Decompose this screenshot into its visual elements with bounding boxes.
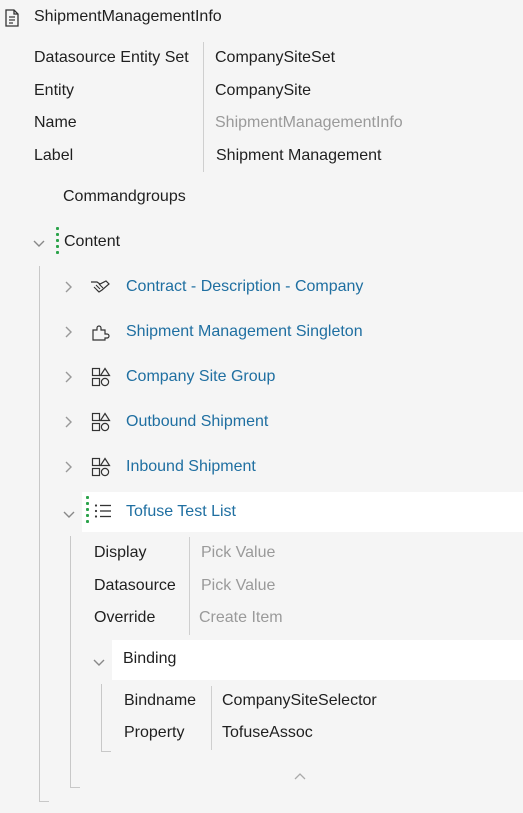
chevron-right-icon[interactable] [64, 280, 74, 299]
content-item[interactable]: Inbound Shipment [126, 458, 256, 476]
chevron-up-icon[interactable] [293, 769, 307, 787]
property-label: Datasource Entity Set [34, 49, 189, 66]
binding-property-value[interactable]: CompanySiteSelector [222, 692, 377, 710]
root-title[interactable]: ShipmentManagementInfo [34, 8, 222, 26]
property-label: Label [34, 147, 74, 164]
list-tree-line [70, 536, 71, 788]
commandgroups-node[interactable]: Commandgroups [63, 188, 186, 206]
puzzle-icon [91, 322, 111, 347]
content-item[interactable]: Outbound Shipment [126, 413, 268, 431]
property-value[interactable]: ShipmentManagementInfo [215, 114, 403, 132]
drag-handle-icon[interactable] [56, 227, 59, 257]
list-property-value[interactable]: Pick Value [201, 577, 275, 595]
binding-property-value[interactable]: TofuseAssoc [222, 724, 313, 742]
list-property-value[interactable]: Pick Value [201, 544, 275, 562]
binding-tree-line-foot [101, 751, 111, 752]
chevron-right-icon[interactable] [64, 370, 74, 389]
property-value[interactable]: Shipment Management [216, 147, 381, 165]
property-label: Name [34, 114, 77, 131]
list-node[interactable]: Tofuse Test List [126, 503, 236, 521]
chevron-down-icon[interactable] [92, 655, 106, 673]
content-item[interactable]: Company Site Group [126, 368, 275, 386]
list-icon [94, 503, 112, 524]
list-property-label: Display [94, 544, 147, 561]
chevron-down-icon[interactable] [32, 236, 46, 254]
chevron-right-icon[interactable] [64, 325, 74, 344]
list-property-divider [189, 537, 190, 635]
binding-property-divider [211, 686, 212, 750]
list-property-value[interactable]: Create Item [199, 609, 283, 627]
chevron-down-icon[interactable] [62, 507, 76, 525]
shapes-icon [91, 367, 111, 392]
drag-handle-icon[interactable] [86, 496, 89, 526]
handshake-icon [89, 278, 111, 301]
list-tree-line-foot [70, 787, 80, 788]
property-value[interactable]: CompanySiteSet [215, 49, 335, 67]
list-property-label: Override [94, 609, 156, 626]
property-divider [203, 42, 204, 172]
binding-property-label: Property [124, 724, 185, 741]
content-item[interactable]: Shipment Management Singleton [126, 323, 363, 341]
list-property-label: Datasource [94, 577, 176, 594]
binding-tree-line [101, 684, 102, 752]
property-label: Entity [34, 82, 75, 99]
shapes-icon [91, 457, 111, 482]
content-tree-line-foot [39, 801, 49, 802]
property-value[interactable]: CompanySite [215, 82, 311, 100]
binding-property-label: Bindname [124, 692, 197, 709]
content-node[interactable]: Content [64, 233, 120, 251]
binding-node[interactable]: Binding [123, 650, 176, 668]
content-tree-line [39, 266, 40, 802]
shapes-icon [91, 412, 111, 437]
document-icon [4, 9, 20, 32]
content-item[interactable]: Contract - Description - Company [126, 278, 363, 296]
chevron-right-icon[interactable] [64, 460, 74, 479]
chevron-right-icon[interactable] [64, 415, 74, 434]
